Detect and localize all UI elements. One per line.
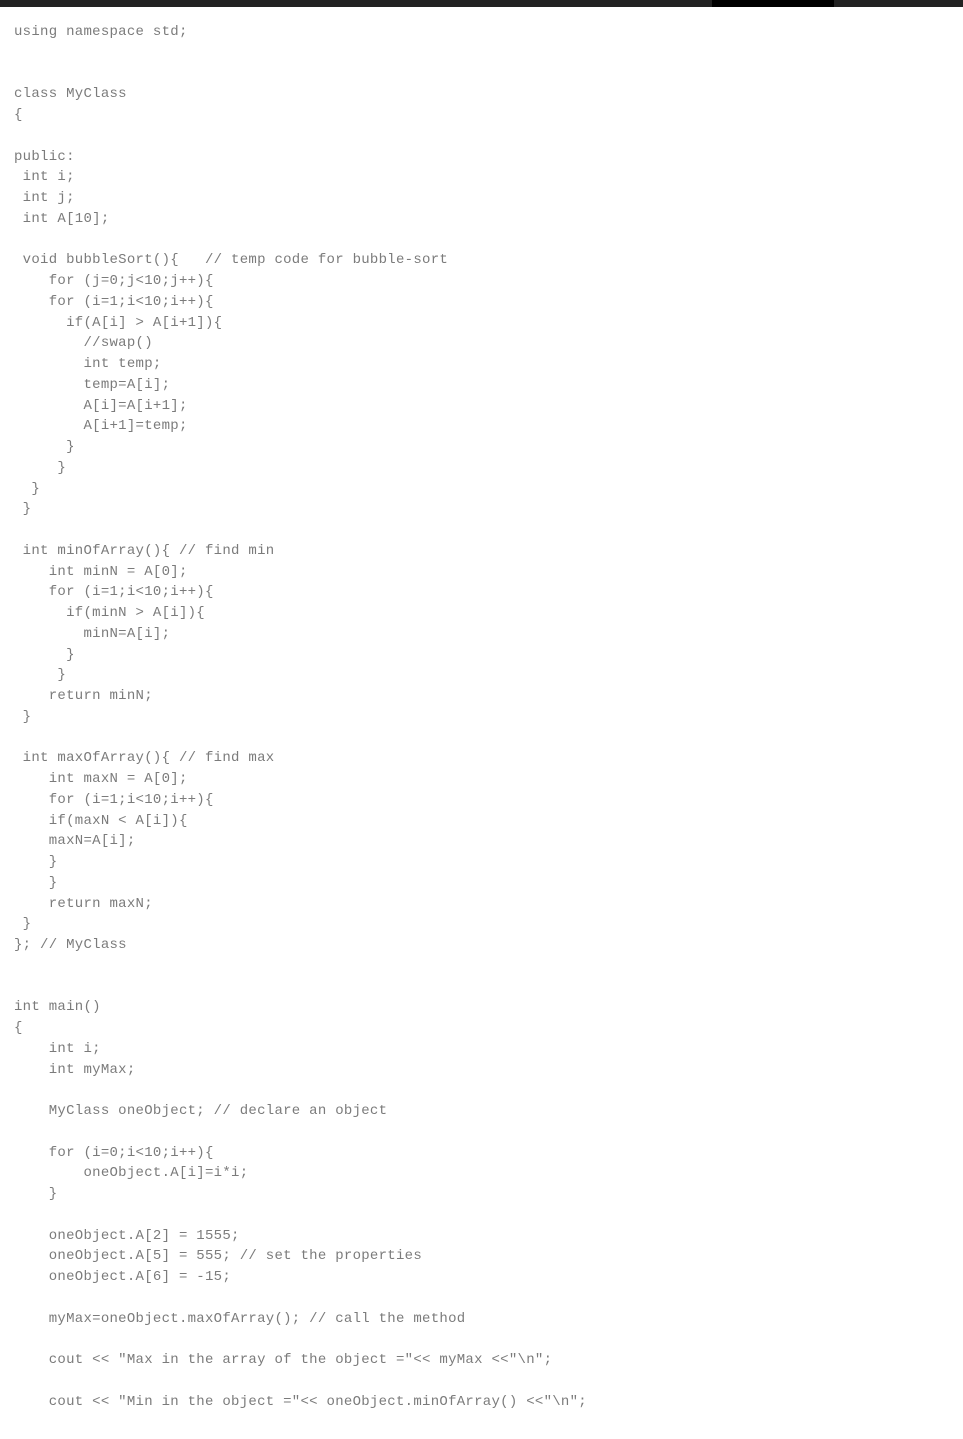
code-line: int maxOfArray(){ // find max (14, 750, 275, 767)
code-line: } (14, 667, 67, 684)
code-line: } (14, 459, 67, 476)
code-line: class MyClass (14, 86, 127, 103)
window-chrome-bar (0, 0, 963, 7)
code-line: if(maxN < A[i]){ (14, 812, 188, 829)
code-line: int minOfArray(){ // find min (14, 542, 275, 559)
code-line: } (14, 501, 32, 518)
code-line: int myMax; (14, 1061, 136, 1078)
code-line: //swap() (14, 335, 153, 352)
code-line: cout << "Max in the array of the object … (14, 1352, 553, 1368)
code-line: } (14, 646, 75, 663)
code-line: return minN; (14, 688, 153, 704)
code-line: A[i+1]=temp; (14, 418, 188, 435)
code-line: for (j=0;j<10;j++){ (14, 273, 214, 289)
code-line: } (14, 916, 32, 933)
code-line: oneObject.A[2] = 1555; (14, 1227, 240, 1244)
code-line: cout << "Min in the object ="<< oneObjec… (14, 1393, 587, 1410)
code-surface[interactable]: using namespace std; class MyClass { publ… (0, 7, 963, 1439)
code-line: if(A[i] > A[i+1]){ (14, 314, 223, 331)
code-line: using namespace std; (14, 24, 188, 40)
code-line: int maxN = A[0]; (14, 771, 188, 787)
code-line: int A[10]; (14, 210, 110, 227)
code-line: return maxN; (14, 895, 153, 912)
code-line: if(minN > A[i]){ (14, 605, 205, 621)
code-line: maxN=A[i]; (14, 833, 136, 850)
code-line: for (i=1;i<10;i++){ (14, 293, 214, 310)
code-line: } (14, 480, 41, 497)
code-line: temp=A[i]; (14, 376, 171, 393)
code-line: } (14, 439, 75, 455)
window-chrome-active-segment (712, 0, 834, 7)
code-line: MyClass oneObject; // declare an object (14, 1103, 388, 1119)
code-line: myMax=oneObject.maxOfArray(); // call th… (14, 1310, 466, 1327)
code-line: oneObject.A[i]=i*i; (14, 1165, 249, 1182)
code-line: oneObject.A[5] = 555; // set the propert… (14, 1248, 423, 1265)
code-line: for (i=0;i<10;i++){ (14, 1144, 214, 1161)
code-line: minN=A[i]; (14, 625, 171, 642)
code-line: int i; (14, 1040, 101, 1057)
code-line: A[i]=A[i+1]; (14, 397, 188, 414)
code-line: public: (14, 148, 75, 165)
code-line: } (14, 874, 58, 891)
code-line: int temp; (14, 356, 162, 372)
code-line: } (14, 854, 58, 870)
code-line: { (14, 1020, 23, 1036)
code-line: { (14, 107, 23, 123)
code-line: void bubbleSort(){ // temp code for bubb… (14, 252, 449, 269)
code-line: }; // MyClass (14, 937, 127, 953)
code-line: int main() (14, 999, 101, 1016)
code-line: for (i=1;i<10;i++){ (14, 584, 214, 601)
code-listing[interactable]: using namespace std; class MyClass { publ… (0, 22, 963, 1412)
code-line: } (14, 1186, 58, 1202)
code-line: int j; (14, 190, 75, 206)
code-line: oneObject.A[6] = -15; (14, 1269, 232, 1285)
code-line: for (i=1;i<10;i++){ (14, 791, 214, 808)
code-line: } (14, 708, 32, 725)
code-line: int minN = A[0]; (14, 563, 188, 580)
code-line: int i; (14, 169, 75, 186)
